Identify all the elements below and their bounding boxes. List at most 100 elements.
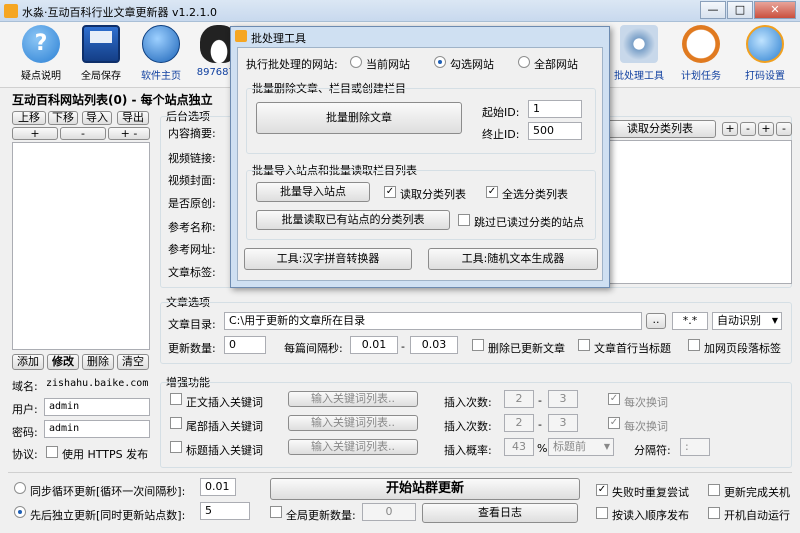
async-update-radio[interactable] xyxy=(14,506,26,518)
view-log-button[interactable]: 查看日志 xyxy=(422,503,578,523)
toolbar-batch-button[interactable]: 批处理工具 xyxy=(606,25,672,82)
tail-times-from[interactable]: 2 xyxy=(504,414,534,432)
delete-site-button[interactable]: 删除 xyxy=(82,354,114,370)
random-text-tool-button[interactable]: 工具:随机文本生成器 xyxy=(428,248,598,270)
shutdown-checkbox[interactable] xyxy=(708,484,720,496)
encoding-select[interactable]: 自动识别 ▼ xyxy=(712,312,782,330)
title-keyword-list-button[interactable]: 输入关键词列表.. xyxy=(288,439,418,455)
clear-sites-button[interactable]: 清空 xyxy=(117,354,149,370)
batch-read-category-button[interactable]: 批量读取已有站点的分类列表 xyxy=(256,210,450,230)
current-site-radio[interactable] xyxy=(350,56,362,68)
backend-minus-1[interactable]: - xyxy=(740,122,756,136)
site-list[interactable] xyxy=(12,142,150,350)
probability-field[interactable]: 43 xyxy=(504,438,534,456)
file-ext-field[interactable]: *.* xyxy=(672,312,708,330)
body-keyword-checkbox[interactable] xyxy=(170,393,182,405)
toolbar-homepage-button[interactable]: 软件主页 xyxy=(128,25,194,82)
move-down-button[interactable]: 下移 xyxy=(48,111,78,125)
checked-sites-radio[interactable] xyxy=(434,56,446,68)
select-all-category-checkbox[interactable]: ✓ xyxy=(486,186,498,198)
toolbar-help-button[interactable]: ? 疑点说明 xyxy=(8,25,74,82)
separator-label: 分隔符: xyxy=(634,444,671,457)
body-wrap-checkbox[interactable]: ✓ xyxy=(608,393,620,405)
https-checkbox[interactable] xyxy=(46,446,58,458)
autorun-checkbox[interactable] xyxy=(708,507,720,519)
read-category-button[interactable]: 读取分类列表 xyxy=(604,120,716,138)
position-value: 标题前 xyxy=(553,440,586,453)
body-times-from[interactable]: 2 xyxy=(504,390,534,408)
start-update-button[interactable]: 开始站群更新 xyxy=(270,478,580,500)
site-minus-button[interactable]: - xyxy=(60,127,106,140)
export-button[interactable]: 导出 xyxy=(117,111,149,125)
site-plus-button[interactable]: + xyxy=(12,127,58,140)
browse-button[interactable]: .. xyxy=(646,313,666,329)
modify-site-button[interactable]: 修改 xyxy=(47,354,79,370)
batch-tool-dialog: 批处理工具 执行批处理的网站: 当前网站 勾选网站 全部网站 批量删除文章、栏目… xyxy=(230,26,610,288)
interval-from-field[interactable]: 0.01 xyxy=(350,336,398,354)
clock-icon xyxy=(682,25,720,63)
tags-label: 文章标签: xyxy=(168,266,216,279)
delete-updated-checkbox[interactable] xyxy=(472,339,484,351)
dialog-title: 批处理工具 xyxy=(251,32,306,45)
update-count-field[interactable]: 0 xyxy=(224,336,266,354)
first-line-title-checkbox[interactable] xyxy=(578,339,590,351)
tail-keyword-list-button[interactable]: 输入关键词列表.. xyxy=(288,415,418,431)
global-count-label: 全局更新数量: xyxy=(286,509,356,522)
password-field[interactable]: admin xyxy=(44,420,150,438)
read-category-checkbox[interactable]: ✓ xyxy=(384,186,396,198)
async-count-field[interactable]: 5 xyxy=(200,502,250,520)
toolbar-schedule-button[interactable]: 计划任务 xyxy=(668,25,734,82)
user-field[interactable]: admin xyxy=(44,398,150,416)
separator-field[interactable]: : xyxy=(680,438,710,456)
skip-read-checkbox[interactable] xyxy=(458,214,470,226)
close-button[interactable]: ✕ xyxy=(754,1,796,19)
maximize-button[interactable]: □ xyxy=(727,1,753,19)
interval-label: 每篇间隔秒: xyxy=(284,342,343,355)
title-keyword-checkbox[interactable] xyxy=(170,441,182,453)
global-count-checkbox[interactable] xyxy=(270,506,282,518)
toolbar-captcha-button[interactable]: 打码设置 xyxy=(732,25,798,82)
article-dir-field[interactable]: C:\用于更新的文章所在目录 xyxy=(224,312,642,330)
global-count-field[interactable]: 0 xyxy=(362,503,416,521)
end-id-field[interactable]: 500 xyxy=(528,122,582,140)
retry-checkbox[interactable]: ✓ xyxy=(596,484,608,496)
window-controls: — □ ✕ xyxy=(700,1,796,19)
add-para-tag-checkbox[interactable] xyxy=(688,339,700,351)
domain-label: 域名: xyxy=(12,380,38,393)
site-plusminus-button[interactable]: + - xyxy=(108,127,150,140)
import-button[interactable]: 导入 xyxy=(82,111,112,125)
all-sites-radio[interactable] xyxy=(518,56,530,68)
add-site-button[interactable]: 添加 xyxy=(12,354,44,370)
ref-name-label: 参考名称: xyxy=(168,221,216,234)
tail-times-to[interactable]: 3 xyxy=(548,414,578,432)
pinyin-tool-button[interactable]: 工具:汉字拼音转换器 xyxy=(244,248,412,270)
batch-delete-button[interactable]: 批量删除文章 xyxy=(256,102,462,134)
gear-icon xyxy=(620,25,658,63)
body-times-label: 插入次数: xyxy=(444,396,492,409)
password-label: 密码: xyxy=(12,426,38,439)
start-id-field[interactable]: 1 xyxy=(528,100,582,118)
read-order-label: 按读入顺序发布 xyxy=(612,509,689,522)
interval-to-field[interactable]: 0.03 xyxy=(410,336,458,354)
sync-update-radio[interactable] xyxy=(14,482,26,494)
backend-minus-2[interactable]: - xyxy=(776,122,792,136)
help-icon: ? xyxy=(22,25,60,63)
body-times-to[interactable]: 3 xyxy=(548,390,578,408)
batch-import-button[interactable]: 批量导入站点 xyxy=(256,182,370,202)
tail-wrap-checkbox[interactable]: ✓ xyxy=(608,417,620,429)
tail-keyword-checkbox[interactable] xyxy=(170,417,182,429)
body-keyword-list-button[interactable]: 输入关键词列表.. xyxy=(288,391,418,407)
category-list[interactable] xyxy=(604,140,792,284)
save-disk-icon xyxy=(82,25,120,63)
title-bar: 水淼·互动百科行业文章更新器 v1.2.1.0 — □ ✕ xyxy=(0,0,800,22)
minimize-button[interactable]: — xyxy=(700,1,726,19)
position-select[interactable]: 标题前 ▼ xyxy=(548,438,614,456)
read-order-checkbox[interactable] xyxy=(596,507,608,519)
move-up-button[interactable]: 上移 xyxy=(12,111,46,125)
exec-target-label: 执行批处理的网站: xyxy=(246,58,338,71)
toolbar-save-button[interactable]: 全局保存 xyxy=(68,25,134,82)
tail-times-dash: - xyxy=(538,418,542,431)
backend-plus-2[interactable]: + xyxy=(758,122,774,136)
sync-interval-field[interactable]: 0.01 xyxy=(200,478,236,496)
backend-plus-1[interactable]: + xyxy=(722,122,738,136)
